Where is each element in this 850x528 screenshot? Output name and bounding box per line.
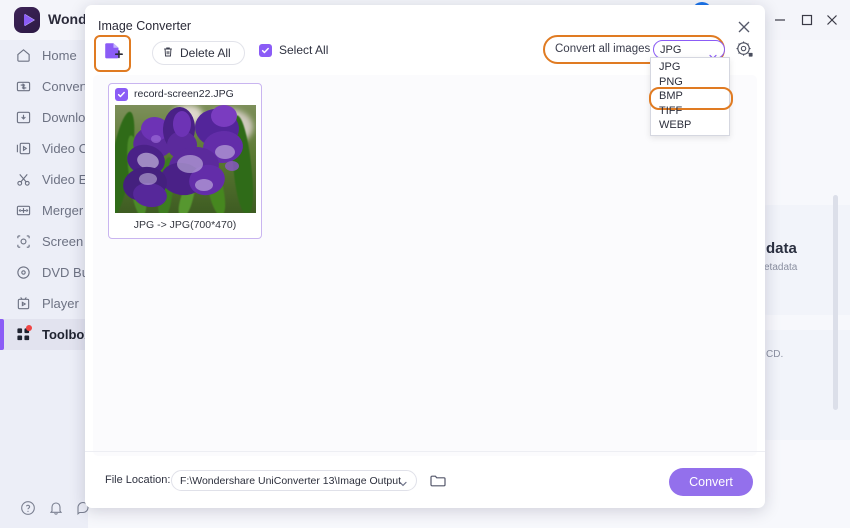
file-location-value: F:\Wondershare UniConverter 13\Image Out… — [180, 474, 401, 487]
add-file-button[interactable] — [94, 35, 131, 72]
file-name: record-screen22.JPG — [134, 88, 234, 100]
select-all-checkbox[interactable] — [259, 43, 272, 57]
file-card[interactable]: record-screen22.JPG JPG -> JPG(700*470) — [108, 83, 262, 239]
sidebar-item-video-compressor[interactable]: Video Compressor — [0, 133, 149, 164]
sidebar-item-downloader[interactable]: Downloader — [0, 102, 111, 133]
delete-all-button[interactable]: Delete All — [152, 41, 245, 65]
background-card-subtitle-2: CD. — [766, 349, 784, 360]
merger-icon — [14, 201, 33, 220]
wondershare-logo-icon — [14, 7, 40, 33]
file-card-header: record-screen22.JPG — [109, 84, 261, 104]
sidebar-item-screen-recorder[interactable]: Screen Recorder — [0, 226, 140, 257]
dialog-title: Image Converter — [98, 19, 192, 33]
maximize-icon[interactable] — [795, 8, 819, 32]
video-compress-icon — [14, 139, 33, 158]
format-dropdown-list[interactable]: JPG PNG BMP TIFF WEBP — [649, 57, 733, 136]
format-option-webp[interactable]: WEBP — [651, 118, 729, 133]
toolbox-icon — [14, 325, 33, 344]
select-all-control[interactable]: Select All — [259, 43, 328, 57]
convert-all-images-label: Convert all images to: — [555, 43, 667, 55]
close-icon[interactable] — [733, 16, 755, 38]
screen: Wonder data etadata CD. Home Converter D… — [0, 0, 850, 528]
minimize-icon[interactable] — [768, 8, 792, 32]
chevron-down-icon — [399, 478, 407, 490]
screen-record-icon — [14, 232, 33, 251]
add-file-icon — [102, 40, 124, 67]
select-all-label: Select All — [279, 43, 329, 57]
vertical-scrollbar[interactable] — [833, 195, 838, 410]
bell-icon[interactable] — [48, 500, 64, 516]
delete-all-label: Delete All — [180, 46, 231, 60]
sidebar-item-toolbox[interactable]: Toolbox — [0, 319, 92, 350]
sidebar-item-label: Home — [42, 48, 77, 63]
notification-badge — [26, 325, 32, 331]
convert-button[interactable]: Convert — [669, 468, 753, 496]
sidebar-item-home[interactable]: Home — [0, 40, 88, 71]
file-conversion-caption: JPG -> JPG(700*470) — [133, 219, 237, 231]
format-option-tiff[interactable]: TIFF — [651, 104, 729, 119]
player-icon — [14, 294, 33, 313]
download-icon — [14, 108, 33, 127]
sidebar-item-player[interactable]: Player — [0, 288, 88, 319]
gear-icon[interactable] — [735, 40, 754, 59]
converter-icon — [14, 77, 33, 96]
file-checkbox[interactable] — [115, 87, 128, 101]
format-option-jpg[interactable]: JPG — [651, 60, 729, 75]
sidebar-item-label: Player — [42, 296, 79, 311]
file-location-select[interactable]: F:\Wondershare UniConverter 13\Image Out… — [171, 470, 417, 491]
help-icon[interactable] — [20, 500, 36, 516]
sidebar-item-dvd-burner[interactable]: DVD Burner — [0, 257, 112, 288]
format-option-bmp[interactable]: BMP — [649, 86, 733, 109]
sidebar-item-label: Merger — [42, 203, 84, 218]
purple-iris-flowers-photo — [115, 105, 256, 213]
sidebar-item-merger[interactable]: Merger — [0, 195, 88, 226]
sidebar-footer — [0, 488, 89, 528]
sidebar-item-converter[interactable]: Converter — [0, 71, 99, 102]
format-select-value: JPG — [660, 43, 682, 56]
image-converter-dialog: Image Converter Delete All Select All Co… — [85, 5, 765, 508]
footer-divider — [85, 451, 765, 452]
background-card-title: data — [766, 240, 797, 257]
close-icon[interactable] — [820, 8, 844, 32]
logo-play-shape — [23, 14, 34, 26]
home-icon — [14, 46, 33, 65]
folder-icon[interactable] — [429, 472, 447, 490]
trash-icon — [162, 46, 174, 61]
scissors-icon — [14, 170, 33, 189]
background-card-subtitle: etadata — [764, 262, 798, 273]
file-location-label: File Location: — [105, 474, 171, 486]
dvd-icon — [14, 263, 33, 282]
sidebar-item-video-editor[interactable]: Video Editor — [0, 164, 113, 195]
sidebar: Home Converter Downloader Video Compress… — [0, 40, 149, 488]
